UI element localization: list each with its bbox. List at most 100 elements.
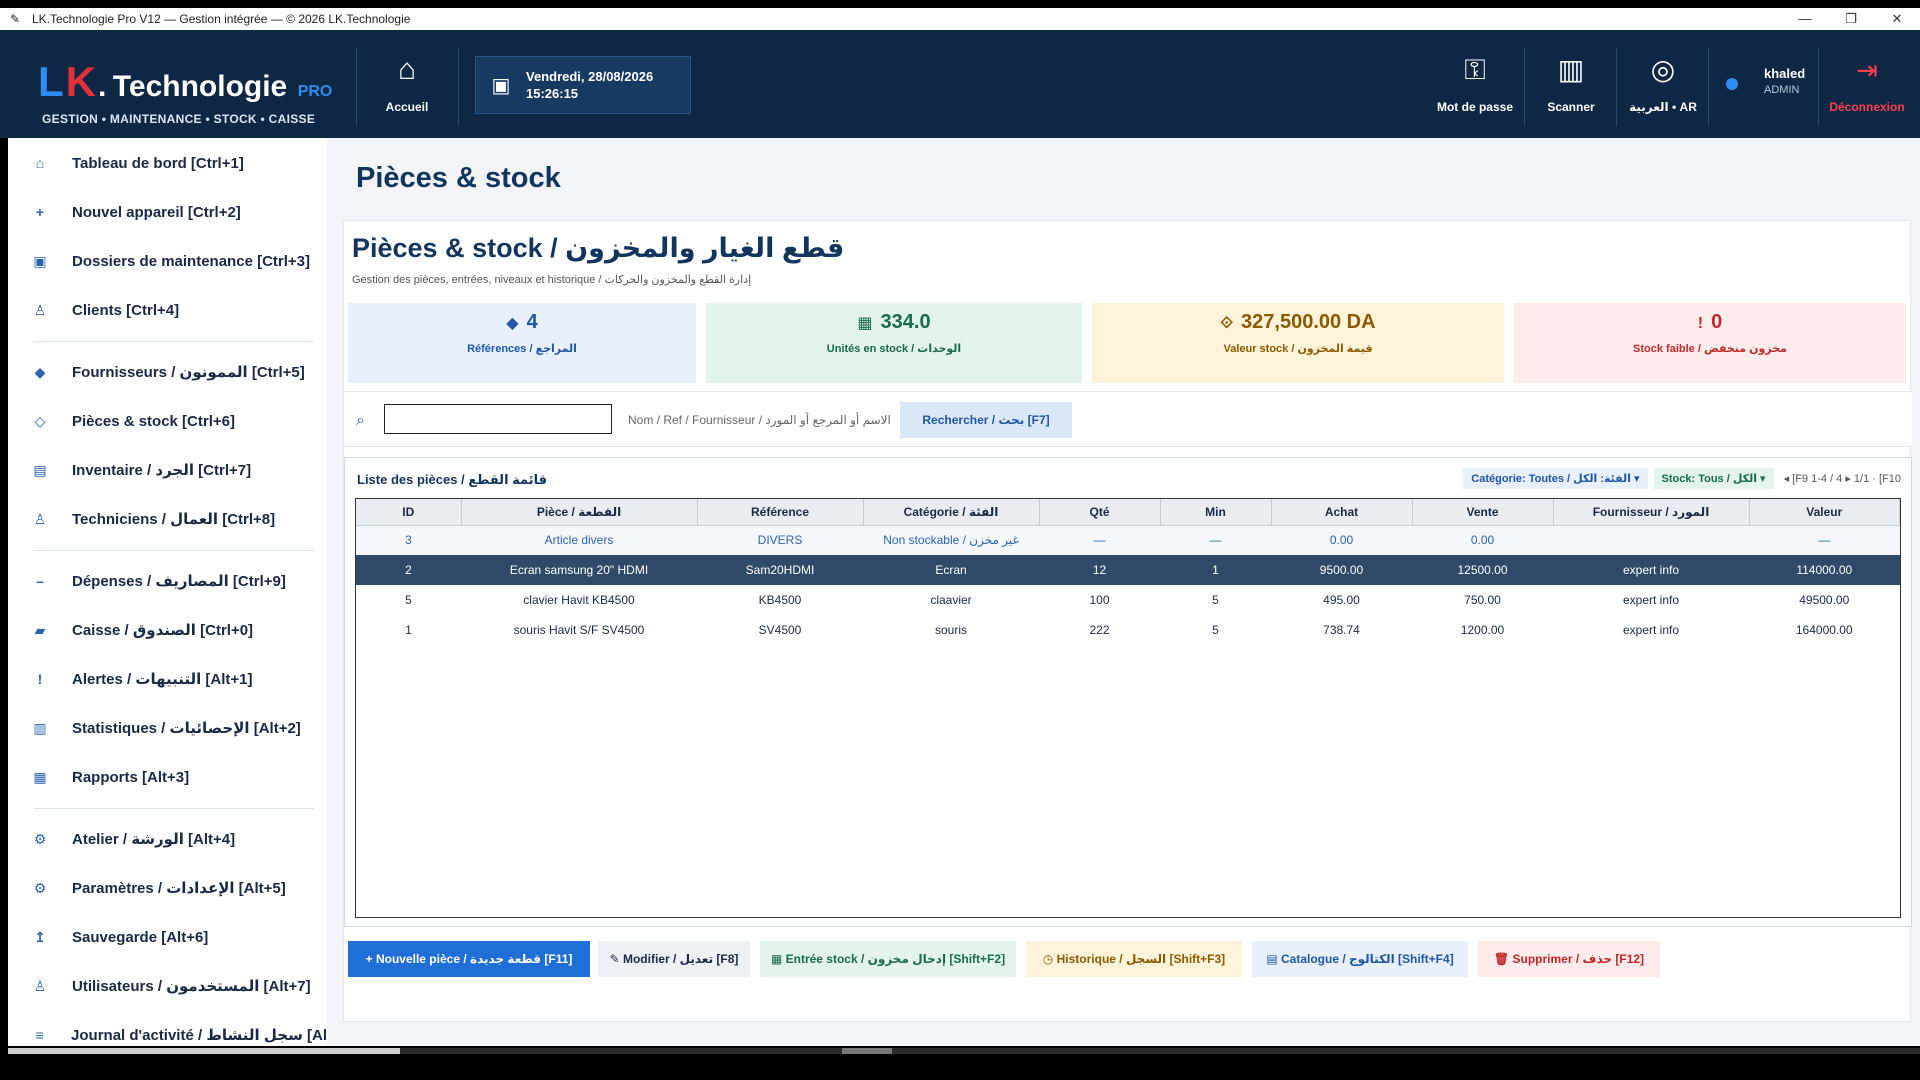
- stat-references: ◆ 4 Références / المراجع: [348, 303, 696, 383]
- sidebar-item-settings[interactable]: ⚙ Paramètres / الإعدادات [Alt+5]: [8, 868, 327, 908]
- new-part-button[interactable]: + Nouvelle pièce / قطعة جديدة [F11]: [348, 941, 590, 977]
- grid-icon: ▦: [857, 315, 873, 332]
- stat-label: Stock faible / مخزون منخفض: [1633, 343, 1787, 355]
- stock-entry-button[interactable]: ▦ Entrée stock / إدخال مخزون [Shift+F2]: [760, 941, 1016, 977]
- logo-mark: LK.: [38, 58, 109, 105]
- scrollbar-thumb[interactable]: [8, 1048, 400, 1054]
- person-icon: ♙: [33, 301, 47, 318]
- folder-icon: ▣: [33, 252, 47, 269]
- close-button[interactable]: ✕: [1874, 11, 1920, 27]
- logo-name: Technologie: [112, 70, 288, 103]
- sidebar-item-alerts[interactable]: ! Alertes / التنبيهات [Alt+1]: [8, 659, 327, 699]
- sidebar-item-technicians[interactable]: ♙ Techniciens / العمال [Ctrl+8]: [8, 499, 327, 539]
- calendar-icon: ▣: [491, 74, 511, 97]
- search-input[interactable]: [384, 404, 612, 434]
- col-sale[interactable]: Vente: [1412, 499, 1554, 526]
- app-feather-icon: ✎: [10, 12, 21, 26]
- search-bar: ⌕ Nom / Ref / Fournisseur / الاسم أو الم…: [344, 391, 1912, 447]
- table-row[interactable]: 3 Article divers DIVERS Non stockable / …: [356, 525, 1900, 555]
- col-reference[interactable]: Référence: [697, 499, 864, 526]
- stat-value: 327,500.00 DA: [1241, 311, 1376, 333]
- sidebar-item-dashboard[interactable]: ⌂ Tableau de bord [Ctrl+1]: [8, 143, 327, 183]
- sidebar-item-statistics[interactable]: ▥ Statistiques / الإحصائيات [Alt+2]: [8, 708, 327, 748]
- person-icon: ♙: [33, 977, 47, 994]
- search-button[interactable]: Rechercher / بحث [F7]: [900, 402, 1072, 438]
- coin-icon: ⟐: [1220, 315, 1234, 332]
- language-button[interactable]: ◎ العربية • AR: [1613, 52, 1713, 114]
- col-id[interactable]: ID: [356, 499, 462, 526]
- parts-list: Liste des pièces / قائمة القطع Catégorie…: [344, 457, 1912, 927]
- category-filter[interactable]: Catégorie: Toutes / الفئة: الكل ▾: [1463, 468, 1648, 489]
- globe-icon: ◎: [1650, 54, 1676, 85]
- delete-button[interactable]: 🗑 Supprimer / حذف [F12]: [1478, 941, 1660, 977]
- sidebar-item-cash[interactable]: ▰ Caisse / الصندوق [Ctrl+0]: [8, 610, 327, 650]
- sidebar-item-inventory[interactable]: ▤ Inventaire / الجرد [Ctrl+7]: [8, 450, 327, 490]
- diamond-icon: ◆: [34, 363, 46, 380]
- scanner-label: Scanner: [1547, 100, 1595, 114]
- col-category[interactable]: Catégorie / الفئة: [863, 499, 1040, 526]
- sidebar-item-users[interactable]: ♙ Utilisateurs / المستخدمون [Alt+7]: [8, 966, 327, 1006]
- sidebar-item-maintenance[interactable]: ▣ Dossiers de maintenance [Ctrl+3]: [8, 241, 327, 281]
- col-purchase[interactable]: Achat: [1271, 499, 1413, 526]
- scrollbar-thumb-secondary[interactable]: [842, 1048, 892, 1054]
- key-icon: ⚿: [1464, 54, 1486, 85]
- sidebar-divider: [34, 341, 314, 342]
- online-status-dot: [1726, 78, 1738, 90]
- sidebar-item-activity-log[interactable]: ≡ Journal d'activité / سجل النشاط [Al: [8, 1015, 327, 1050]
- table-row[interactable]: 5 clavier Havit KB4500 KB4500 claavier 1…: [356, 585, 1900, 615]
- window-controls: — ❐ ✕: [1782, 11, 1920, 27]
- person-icon: ♙: [33, 510, 47, 527]
- table-row[interactable]: 1 souris Havit S/F SV4500 SV4500 souris …: [356, 615, 1900, 645]
- logout-button[interactable]: ⇥ Déconnexion: [1826, 52, 1908, 114]
- logout-label: Déconnexion: [1829, 100, 1905, 114]
- app-window: ✎ LK.Technologie Pro V12 — Gestion intég…: [0, 0, 1920, 1080]
- stat-value: 4: [526, 311, 538, 333]
- scanner-button[interactable]: ▥ Scanner: [1521, 52, 1621, 114]
- stat-low-stock: ! 0 Stock faible / مخزون منخفض: [1514, 303, 1906, 383]
- sidebar-divider: [34, 550, 314, 551]
- edit-button[interactable]: ✎ Modifier / تعديل [F8]: [598, 941, 750, 977]
- pagination[interactable]: ◂ [F9 1-4 / 4 ▸ 1/1 · [F10: [1784, 472, 1901, 485]
- sidebar-item-new-device[interactable]: + Nouvel appareil [Ctrl+2]: [8, 192, 327, 232]
- header-divider: [1818, 48, 1819, 126]
- sidebar-divider: [34, 808, 314, 809]
- menu-icon: ≡: [35, 1027, 44, 1043]
- history-button[interactable]: ◷ Historique / السجل [Shift+F3]: [1026, 941, 1242, 977]
- col-supplier[interactable]: Fournisseur / المورد: [1553, 499, 1750, 526]
- sidebar-item-suppliers[interactable]: ◆ Fournisseurs / الممونون [Ctrl+5]: [8, 352, 327, 392]
- col-qty[interactable]: Qté: [1039, 499, 1161, 526]
- sidebar-item-reports[interactable]: ▦ Rapports [Alt+3]: [8, 757, 327, 797]
- sidebar-item-backup[interactable]: ↥ Sauvegarde [Alt+6]: [8, 917, 327, 957]
- col-min[interactable]: Min: [1160, 499, 1272, 526]
- sidebar-item-parts-stock[interactable]: ◇ Pièces & stock [Ctrl+6]: [8, 401, 327, 441]
- list-title: Liste des pièces / قائمة القطع: [357, 472, 548, 487]
- restore-button[interactable]: ❐: [1828, 11, 1874, 27]
- stat-value: 0: [1711, 311, 1723, 333]
- col-value[interactable]: Valeur: [1749, 499, 1900, 526]
- table-header-row: ID Pièce / القطعة Référence Catégorie / …: [356, 499, 1900, 526]
- stock-filter[interactable]: Stock: Tous / الكل ▾: [1653, 468, 1774, 489]
- table-row-selected[interactable]: 2 Ecran samsung 20" HDMI Sam20HDMI Ecran…: [356, 555, 1900, 585]
- sidebar: ⌂ Tableau de bord [Ctrl+1] + Nouvel appare…: [8, 138, 327, 1050]
- stat-stock-value: ⟐ 327,500.00 DA Valeur stock / قيمة المخز…: [1092, 303, 1504, 383]
- sidebar-item-expenses[interactable]: – Dépenses / المصاريف [Ctrl+9]: [8, 561, 327, 601]
- language-label: العربية • AR: [1629, 100, 1697, 114]
- parts-table: ID Pièce / القطعة Référence Catégorie / …: [355, 498, 1901, 918]
- password-button[interactable]: ⚿ Mot de passe: [1425, 52, 1525, 114]
- title-bar: ✎ LK.Technologie Pro V12 — Gestion intég…: [0, 8, 1920, 30]
- col-part[interactable]: Pièce / القطعة: [461, 499, 698, 526]
- minus-icon: –: [36, 573, 44, 589]
- date-text: Vendredi, 28/08/2026: [526, 69, 654, 84]
- gear-icon: ⚙: [33, 879, 47, 896]
- home-button[interactable]: ⌂ Accueil: [372, 52, 442, 114]
- plus-icon: +: [35, 204, 45, 220]
- list-filters: Catégorie: Toutes / الفئة: الكل ▾ Stock:…: [1457, 468, 1901, 489]
- sidebar-item-clients[interactable]: ♙ Clients [Ctrl+4]: [8, 290, 327, 330]
- chart-icon: ▥: [33, 719, 47, 736]
- sidebar-item-workshop[interactable]: ⚙ Atelier / الورشة [Alt+4]: [8, 819, 327, 859]
- barcode-icon: ▥: [1557, 54, 1585, 85]
- minimize-button[interactable]: —: [1782, 11, 1828, 27]
- catalog-button[interactable]: ▤ Catalogue / الكتالوج [Shift+F4]: [1252, 941, 1468, 977]
- header-divider: [356, 48, 357, 126]
- action-bar: + Nouvelle pièce / قطعة جديدة [F11] ✎ Mo…: [344, 941, 1912, 987]
